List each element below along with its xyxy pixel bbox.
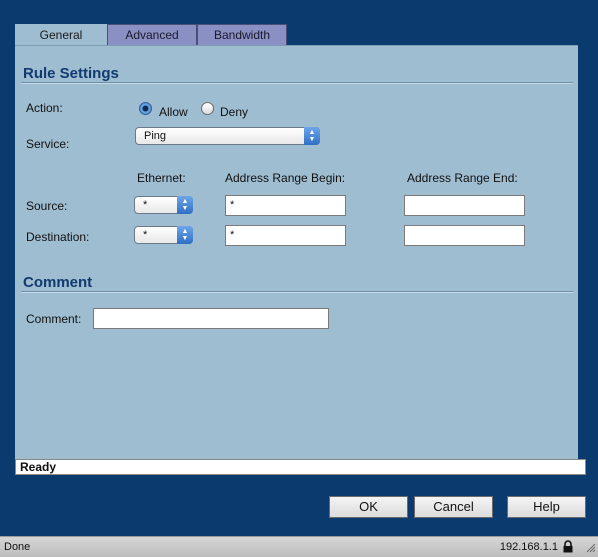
service-label: Service: — [26, 137, 70, 151]
status-message: Ready — [15, 459, 586, 475]
select-arrows-icon: ▲ ▼ — [304, 127, 320, 145]
deny-label[interactable]: Deny — [220, 105, 248, 119]
source-address-end-input[interactable] — [404, 195, 525, 216]
ok-button[interactable]: OK — [329, 496, 408, 518]
destination-address-end-input[interactable] — [404, 225, 525, 246]
destination-ethernet-select[interactable]: * ▲ ▼ — [134, 226, 193, 244]
tab-advanced[interactable]: Advanced — [107, 24, 197, 45]
cancel-button[interactable]: Cancel — [414, 496, 493, 518]
general-panel: Rule Settings Action: Allow Deny Service… — [15, 45, 578, 460]
tab-bandwidth[interactable]: Bandwidth — [197, 24, 287, 45]
section-divider — [21, 291, 573, 293]
help-button[interactable]: Help — [507, 496, 586, 518]
destination-ethernet-value: * — [143, 229, 148, 241]
select-arrows-icon: ▲ ▼ — [177, 226, 193, 244]
tab-general[interactable]: General — [15, 24, 107, 47]
source-ethernet-value: * — [143, 199, 148, 211]
browser-status-text: Done — [4, 541, 31, 553]
source-label: Source: — [26, 199, 68, 213]
source-address-begin-input[interactable]: * — [225, 195, 346, 216]
service-select[interactable]: Ping ▲ ▼ — [135, 127, 320, 145]
comment-input[interactable] — [93, 308, 329, 329]
destination-label: Destination: — [26, 230, 90, 244]
allow-label[interactable]: Allow — [159, 105, 188, 119]
service-select-value: Ping — [144, 130, 167, 142]
rule-settings-title: Rule Settings — [23, 65, 119, 82]
select-arrows-icon: ▲ ▼ — [177, 196, 193, 214]
source-ethernet-select[interactable]: * ▲ ▼ — [134, 196, 193, 214]
comment-section-title: Comment — [23, 274, 93, 291]
ethernet-column-header: Ethernet: — [137, 171, 186, 185]
host-address: 192.168.1.1 — [499, 541, 558, 553]
section-divider — [21, 82, 573, 84]
address-end-column-header: Address Range End: — [407, 171, 518, 185]
allow-radio[interactable] — [139, 102, 152, 115]
deny-radio[interactable] — [201, 102, 214, 115]
resize-grip-icon[interactable] — [584, 541, 596, 553]
dialog-frame: General Advanced Bandwidth Rule Settings… — [0, 0, 598, 536]
destination-address-begin-input[interactable]: * — [225, 225, 346, 246]
browser-status-bar: Done 192.168.1.1 — [0, 536, 598, 557]
comment-label: Comment: — [26, 312, 82, 326]
address-begin-column-header: Address Range Begin: — [225, 171, 346, 185]
action-label: Action: — [26, 101, 63, 115]
lock-icon — [563, 540, 573, 553]
